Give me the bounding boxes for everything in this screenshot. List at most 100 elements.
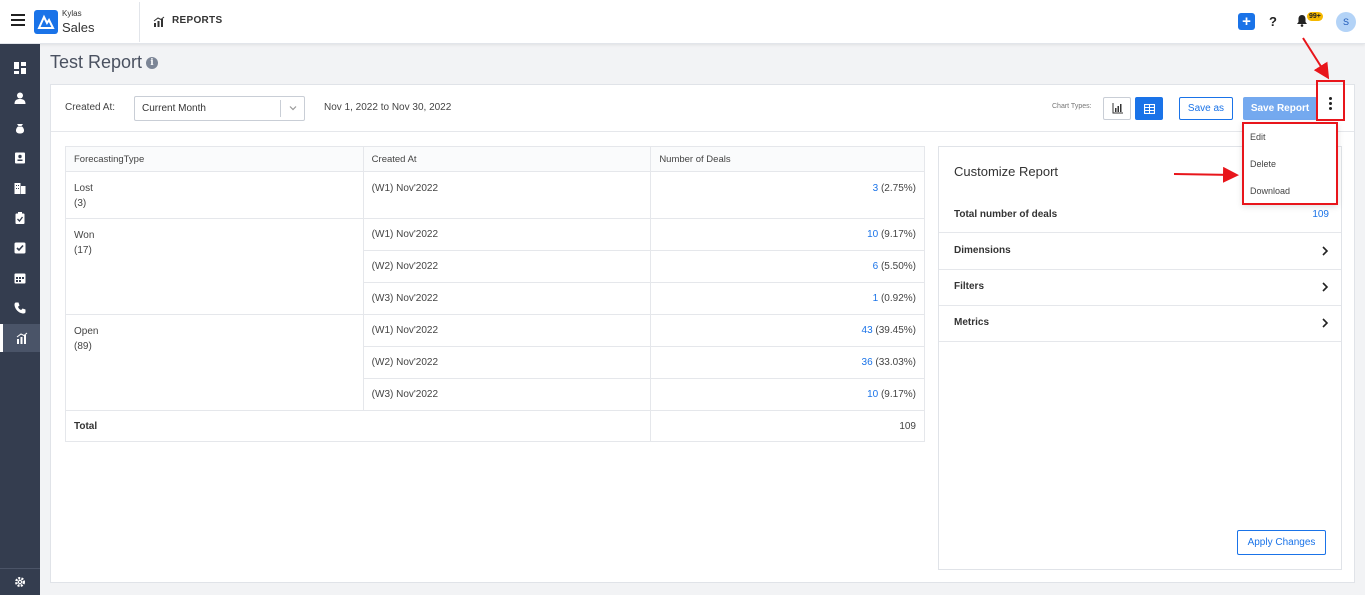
- chevron-right-icon: [1322, 282, 1329, 292]
- report-table: ForecastingType Created At Number of Dea…: [64, 146, 925, 442]
- deals-cell: 3 (2.75%): [650, 171, 925, 219]
- more-options-menu: Edit Delete Download: [1242, 122, 1338, 205]
- column-header[interactable]: ForecastingType: [65, 146, 364, 172]
- column-header[interactable]: Created At: [362, 146, 652, 172]
- save-as-button[interactable]: Save as: [1179, 97, 1233, 120]
- avatar[interactable]: S: [1336, 12, 1356, 32]
- deals-cell: 6 (5.50%): [650, 250, 925, 283]
- annotation-highlight-box: [1316, 80, 1345, 121]
- chevron-right-icon: [1322, 246, 1329, 256]
- reports-nav-icon[interactable]: [0, 324, 40, 352]
- deals-pct: (5.50%): [878, 261, 916, 272]
- chevron-down-icon: [289, 106, 297, 111]
- created-at-label: Created At:: [65, 102, 116, 113]
- notification-badge: 99+: [1307, 12, 1323, 21]
- created-at-select[interactable]: Current Month: [134, 96, 305, 121]
- total-deals-value: 109: [1312, 209, 1329, 220]
- dashboard-icon[interactable]: [0, 54, 40, 82]
- deals-pct: (0.92%): [878, 293, 916, 304]
- menu-item-edit[interactable]: Edit: [1250, 132, 1266, 142]
- deals-link[interactable]: 36: [862, 357, 873, 368]
- week-cell: (W3) Nov'2022: [362, 282, 652, 315]
- settings-icon[interactable]: [0, 568, 40, 595]
- contacts-icon[interactable]: [0, 84, 40, 112]
- page-title: Test Report: [50, 52, 143, 72]
- chart-types-label: Chart Types:: [1052, 103, 1092, 110]
- week-cell: (W1) Nov'2022: [362, 314, 652, 347]
- select-separator: [280, 100, 281, 117]
- deals-icon[interactable]: [0, 114, 40, 142]
- section-title: REPORTS: [172, 15, 223, 26]
- deals-pct: (33.03%): [872, 357, 916, 368]
- total-row: Total 109: [64, 410, 925, 442]
- deals-cell: 36 (33.03%): [650, 346, 925, 379]
- deals-cell: 10 (9.17%): [650, 218, 925, 251]
- checkbox-icon[interactable]: [0, 234, 40, 262]
- section-label: Filters: [954, 281, 985, 292]
- dimensions-section[interactable]: Dimensions: [939, 234, 1341, 270]
- table-row: Won (17) (W1) Nov'2022 10 (9.17%): [65, 218, 925, 315]
- tasks-clipboard-icon[interactable]: [0, 204, 40, 232]
- add-icon[interactable]: +: [1238, 13, 1255, 30]
- top-bar: Kylas Sales REPORTS + ? 99+ S: [0, 0, 1365, 44]
- save-report-button[interactable]: Save Report: [1243, 97, 1317, 120]
- customize-panel: Customize Report Total number of deals 1…: [938, 146, 1342, 570]
- total-deals-label: Total number of deals: [954, 209, 1058, 220]
- brand-small: Kylas: [62, 9, 82, 18]
- deals-cell: 10 (9.17%): [650, 378, 925, 411]
- total-deals-row: Total number of deals 109: [939, 204, 1341, 233]
- group-cell: Open (89): [65, 314, 364, 411]
- divider: [139, 2, 140, 42]
- leads-icon[interactable]: [0, 144, 40, 172]
- week-cell: (W2) Nov'2022: [362, 250, 652, 283]
- reports-icon: [153, 16, 165, 27]
- chevron-right-icon: [1322, 318, 1329, 328]
- group-cell: Lost (3): [65, 171, 364, 219]
- deals-link[interactable]: 10: [867, 229, 878, 240]
- customize-title: Customize Report: [954, 164, 1059, 179]
- logo[interactable]: [34, 10, 58, 34]
- table-row: Lost (3) (W1) Nov'2022 3 (2.75%): [65, 171, 925, 219]
- report-card: Created At: Current Month Nov 1, 2022 to…: [50, 84, 1355, 583]
- apply-changes-button[interactable]: Apply Changes: [1237, 530, 1326, 555]
- section-label: Dimensions: [954, 245, 1011, 256]
- deals-pct: (9.17%): [878, 389, 916, 400]
- sidebar: [0, 44, 40, 595]
- deals-pct: (9.17%): [878, 229, 916, 240]
- deals-cell: 43 (39.45%): [650, 314, 925, 347]
- deals-cell: 1 (0.92%): [650, 282, 925, 315]
- total-value: 109: [650, 410, 925, 442]
- help-icon[interactable]: ?: [1269, 14, 1277, 29]
- deals-link[interactable]: 10: [867, 389, 878, 400]
- week-cell: (W1) Nov'2022: [362, 171, 652, 219]
- column-header[interactable]: Number of Deals: [650, 146, 925, 172]
- table-view-button[interactable]: [1135, 97, 1163, 120]
- calendar-icon[interactable]: [0, 264, 40, 292]
- filter-bar: Created At: Current Month Nov 1, 2022 to…: [51, 85, 1354, 132]
- bar-chart-icon: [1112, 103, 1123, 114]
- metrics-section[interactable]: Metrics: [939, 306, 1341, 342]
- group-count: (17): [74, 245, 92, 256]
- companies-icon[interactable]: [0, 174, 40, 202]
- phone-icon[interactable]: [0, 294, 40, 322]
- group-cell: Won (17): [65, 218, 364, 315]
- week-cell: (W3) Nov'2022: [362, 378, 652, 411]
- table-header-row: ForecastingType Created At Number of Dea…: [65, 146, 925, 172]
- filters-section[interactable]: Filters: [939, 270, 1341, 306]
- deals-pct: (39.45%): [872, 325, 916, 336]
- info-icon[interactable]: i: [146, 57, 158, 69]
- table-row: Open (89) (W1) Nov'2022 43 (39.45%): [65, 314, 925, 411]
- week-cell: (W2) Nov'2022: [362, 346, 652, 379]
- group-name: Open: [74, 326, 99, 337]
- created-at-value: Current Month: [142, 103, 206, 114]
- deals-link[interactable]: 43: [862, 325, 873, 336]
- group-name: Lost: [74, 183, 93, 194]
- table-icon: [1143, 103, 1155, 114]
- bar-chart-button[interactable]: [1103, 97, 1131, 120]
- group-count: (89): [74, 341, 92, 352]
- week-cell: (W1) Nov'2022: [362, 218, 652, 251]
- menu-item-download[interactable]: Download: [1250, 186, 1290, 196]
- group-count: (3): [74, 198, 87, 209]
- menu-icon[interactable]: [11, 14, 25, 28]
- menu-item-delete[interactable]: Delete: [1250, 159, 1276, 169]
